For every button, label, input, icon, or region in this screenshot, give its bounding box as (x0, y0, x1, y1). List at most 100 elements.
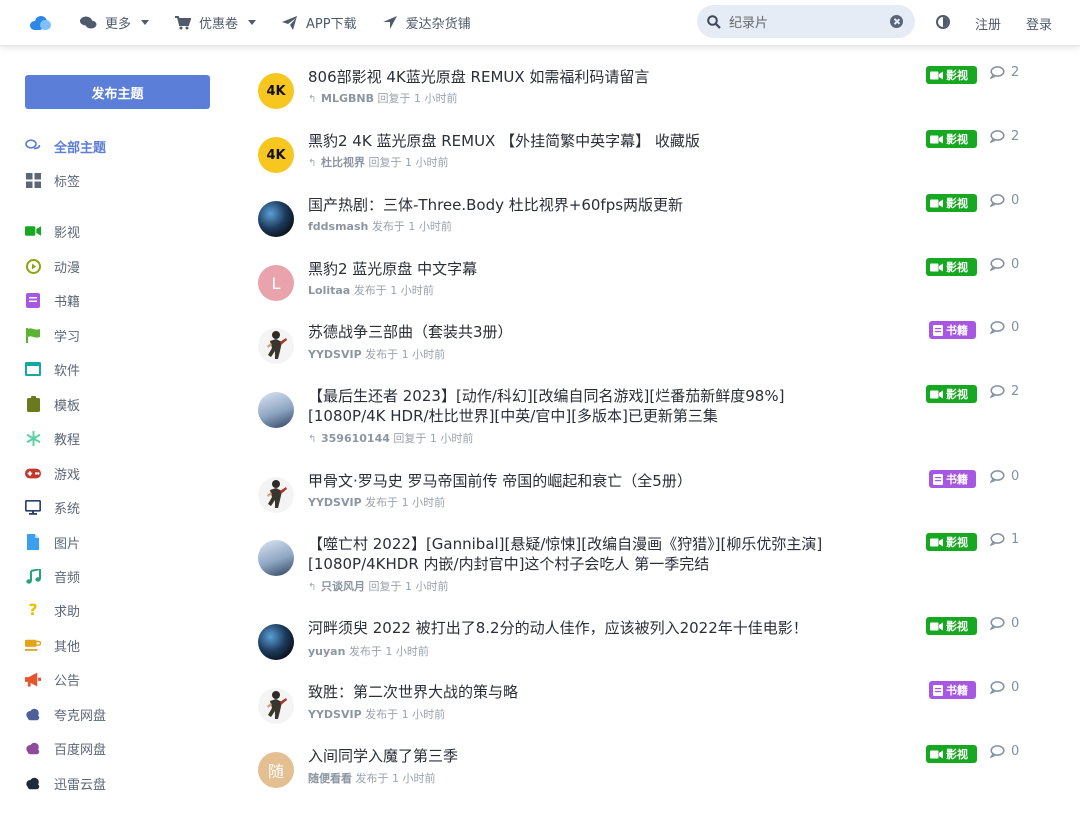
login-link[interactable]: 登录 (1026, 14, 1052, 33)
avatar[interactable] (258, 688, 294, 724)
topic-title[interactable]: 黑豹2 4K 蓝光原盘 REMUX 【外挂简繁中英字幕】 收藏版 (308, 131, 828, 151)
sidebar-item-11[interactable]: 图片 (25, 532, 80, 552)
search-box[interactable] (697, 5, 915, 38)
avatar[interactable]: 4K (258, 73, 294, 109)
nav-grocery[interactable]: 爱达杂货铺 (382, 13, 471, 32)
topic-tag[interactable]: 书籍 (929, 470, 976, 488)
sidebar-item-15[interactable]: 公告 (25, 669, 80, 689)
sidebar-item-2[interactable]: 影视 (25, 221, 80, 241)
avatar[interactable]: 4K (258, 137, 294, 173)
topic-tag[interactable]: 影视 (926, 533, 977, 551)
topic-title[interactable]: 【噬亡村 2022】[Gannibal][悬疑/惊悚][改编自漫画《狩猎》][柳… (308, 534, 828, 574)
topic-tag[interactable]: 影视 (926, 130, 977, 148)
comment-icon (990, 194, 1005, 207)
topic-username[interactable]: YYDSVIP (308, 708, 362, 721)
topic-tag[interactable]: 影视 (926, 66, 977, 84)
sidebar-item-10[interactable]: 系统 (25, 497, 80, 517)
topic-title[interactable]: 806部影视 4K蓝光原盘 REMUX 如需福利码请留言 (308, 67, 828, 87)
topic-username[interactable]: Lolitaa (308, 284, 350, 297)
sidebar-item-5[interactable]: 学习 (25, 325, 80, 345)
topic-username[interactable]: 随便看看 (308, 772, 352, 785)
topic-username[interactable]: 359610144 (321, 432, 390, 445)
sidebar-item-4[interactable]: 书籍 (25, 290, 80, 310)
topic-title[interactable]: 国产热剧：三体-Three.Body 杜比视界+60fps两版更新 (308, 195, 828, 215)
avatar[interactable] (258, 540, 294, 576)
nav-app-download[interactable]: APP下载 (282, 13, 357, 32)
comment-icon (990, 470, 1005, 483)
topic-username[interactable]: YYDSVIP (308, 348, 362, 361)
video-icon (930, 750, 943, 758)
reply-count[interactable]: 0 (990, 469, 1019, 484)
topic-title[interactable]: 河畔须臾 2022 被打出了8.2分的动人佳作，应该被列入2022年十佳电影！ (308, 618, 828, 638)
avatar[interactable]: 随 (258, 752, 294, 788)
nav-more[interactable]: 更多 (80, 13, 150, 32)
sidebar-item-6[interactable]: 软件 (25, 359, 80, 379)
reply-count[interactable]: 0 (990, 320, 1019, 335)
register-link[interactable]: 注册 (975, 14, 1001, 33)
sidebar-item-1[interactable]: 标签 (25, 170, 80, 190)
topic-tag[interactable]: 书籍 (929, 321, 976, 339)
topic-tag[interactable]: 书籍 (929, 681, 976, 699)
sidebar-item-3[interactable]: 动漫 (25, 256, 80, 276)
avatar[interactable] (258, 477, 294, 513)
nav-app-download-label: APP下载 (306, 17, 357, 32)
topic-title[interactable]: 黑豹2 蓝光原盘 中文字幕 (308, 259, 828, 279)
reply-count[interactable]: 0 (990, 193, 1019, 208)
sidebar-item-label: 百度网盘 (54, 742, 107, 758)
theme-toggle-icon[interactable] (936, 15, 950, 29)
topic-meta: ↰ 只谈风月 回复于 1 小时前 (308, 578, 449, 594)
sidebar-item-0[interactable]: 全部主题 (25, 136, 106, 156)
video-icon (930, 622, 943, 630)
topic-tag[interactable]: 影视 (926, 194, 977, 212)
topic-tag[interactable]: 影视 (926, 385, 977, 403)
video-icon (930, 538, 943, 546)
topic-tag[interactable]: 影视 (926, 617, 977, 635)
nav-coupons[interactable]: 优惠卷 (175, 13, 257, 32)
sidebar-item-8[interactable]: 教程 (25, 428, 80, 448)
reply-count[interactable]: 0 (990, 616, 1019, 631)
coffee-icon (25, 637, 41, 653)
topic-title[interactable]: 入间同学入魔了第三季 (308, 746, 828, 766)
topic-username[interactable]: yuyan (308, 645, 345, 658)
topic-username[interactable]: 杜比视界 (321, 156, 365, 169)
sidebar-item-label: 迅雷云盘 (54, 777, 107, 793)
avatar[interactable] (258, 201, 294, 237)
sidebar-item-9[interactable]: 游戏 (25, 463, 80, 483)
sidebar-item-label: 音频 (54, 570, 81, 586)
topic-meta: YYDSVIP 发布于 1 小时前 (308, 706, 445, 722)
topic-username[interactable]: fddsmash (308, 220, 368, 233)
cloud-logo-icon[interactable] (30, 15, 52, 30)
sidebar-item-13[interactable]: ? 求助 (25, 600, 80, 620)
reply-count[interactable]: 2 (990, 65, 1019, 80)
sidebar-item-18[interactable]: 迅雷云盘 (25, 773, 106, 793)
reply-count[interactable]: 0 (990, 257, 1019, 272)
reply-count[interactable]: 0 (990, 744, 1019, 759)
search-input[interactable] (729, 14, 879, 29)
avatar[interactable] (258, 624, 294, 660)
topic-username[interactable]: MLGBNB (321, 92, 374, 105)
avatar[interactable]: L (258, 265, 294, 301)
topic-username[interactable]: YYDSVIP (308, 496, 362, 509)
topic-title[interactable]: 【最后生还者 2023】[动作/科幻][改编自同名游戏][烂番茄新鲜度98%][… (308, 386, 828, 426)
topic-tag[interactable]: 影视 (926, 745, 977, 763)
compose-topic-button[interactable]: 发布主题 (25, 75, 210, 109)
topic-username[interactable]: 只谈风月 (321, 580, 365, 593)
sidebar-item-7[interactable]: 模板 (25, 394, 80, 414)
topic-title[interactable]: 苏德战争三部曲（套装共3册） (308, 322, 828, 342)
avatar[interactable] (258, 328, 294, 364)
reply-count[interactable]: 2 (990, 129, 1019, 144)
clear-search-icon[interactable] (890, 15, 903, 28)
topic-tag[interactable]: 影视 (926, 258, 977, 276)
topic-title[interactable]: 甲骨文·罗马史 罗马帝国前传 帝国的崛起和衰亡（全5册） (308, 471, 828, 491)
topic-title[interactable]: 致胜：第二次世界大战的策与略 (308, 682, 828, 702)
reply-count[interactable]: 1 (990, 532, 1019, 547)
topic-time: 发布于 1 小时前 (365, 708, 446, 721)
sidebar-item-14[interactable]: 其他 (25, 635, 80, 655)
avatar[interactable] (258, 392, 294, 428)
reply-arrow-icon: ↰ (308, 582, 317, 593)
sidebar-item-12[interactable]: 音频 (25, 566, 80, 586)
sidebar-item-17[interactable]: 百度网盘 (25, 738, 106, 758)
sidebar-item-16[interactable]: 夸克网盘 (25, 704, 106, 724)
reply-count[interactable]: 2 (990, 384, 1019, 399)
reply-count[interactable]: 0 (990, 680, 1019, 695)
